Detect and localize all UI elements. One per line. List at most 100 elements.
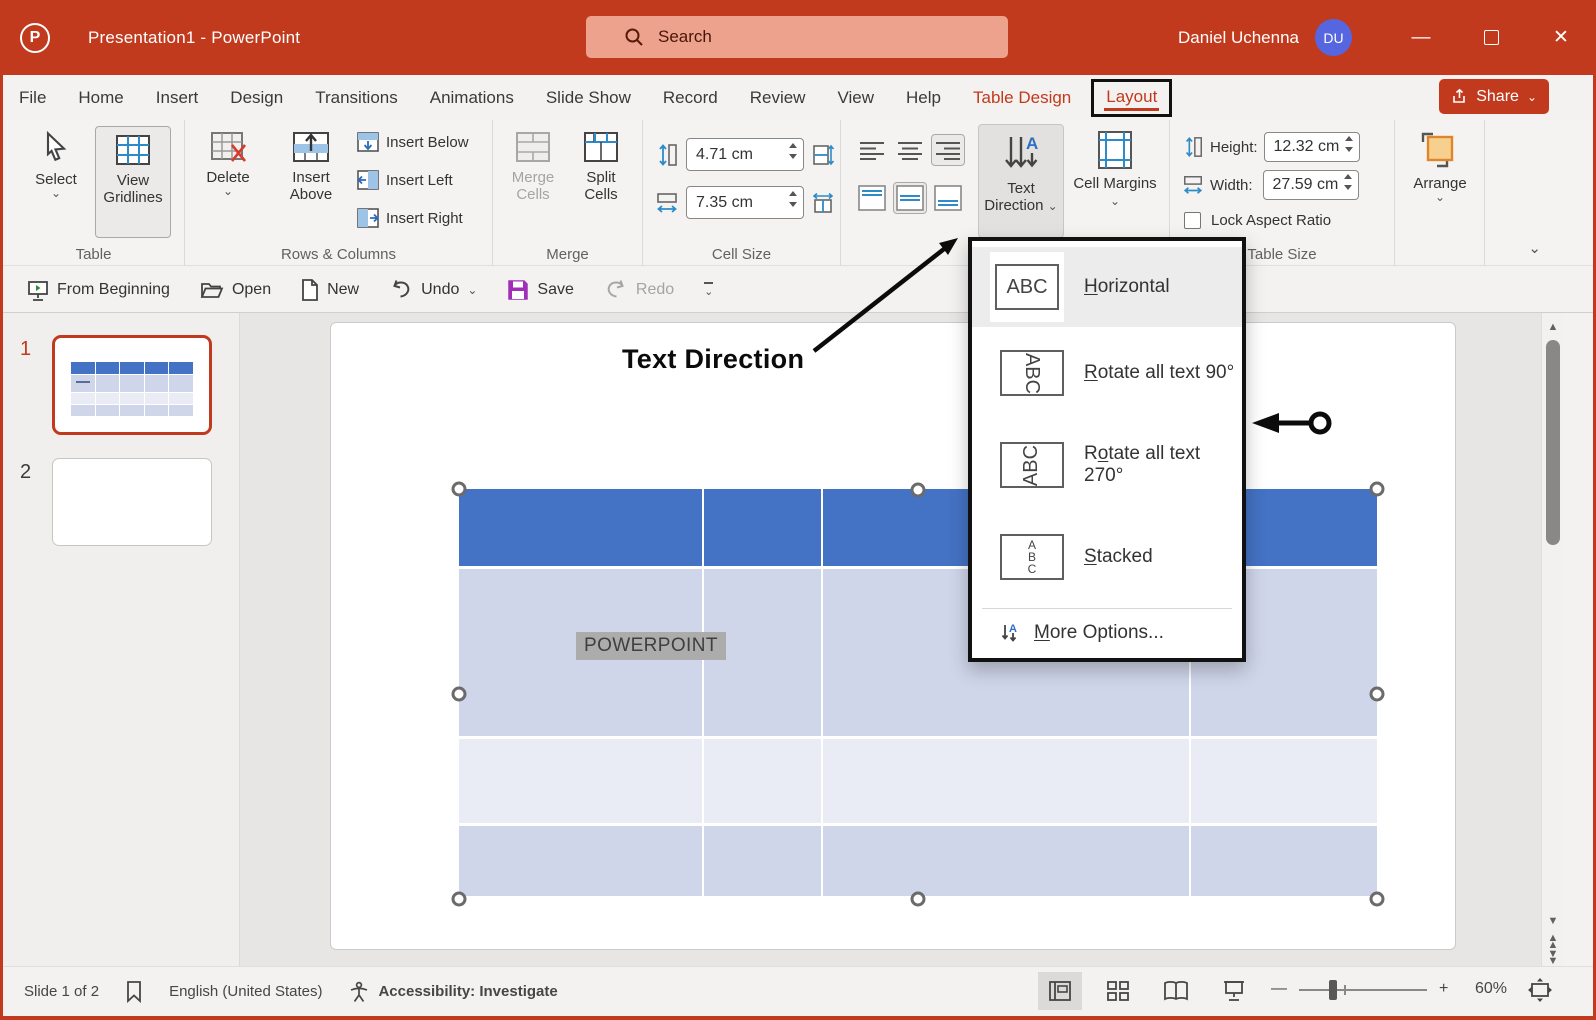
zoom-level[interactable]: 60% [1475,980,1507,998]
open-button[interactable]: Open [200,280,271,300]
align-center-button[interactable] [893,134,927,166]
next-slide-button[interactable]: ▼▼ [1542,951,1564,965]
fit-slide-to-window-icon[interactable] [1527,977,1553,1003]
tab-animations[interactable]: Animations [414,79,530,117]
lock-aspect-ratio-checkbox[interactable] [1184,212,1201,229]
tab-table-design[interactable]: Table Design [957,79,1087,117]
resize-handle-top-middle[interactable] [911,483,926,498]
slide-1-thumbnail[interactable] [52,335,212,435]
save-button[interactable]: Save [507,279,573,301]
table-width-stepper[interactable] [1344,174,1352,190]
menu-item-stacked[interactable]: ABC Stacked [972,511,1242,603]
resize-handle-bottom-right[interactable] [1370,892,1385,907]
chevron-down-icon: ⌄ [1527,92,1537,102]
redo-button[interactable]: Redo [604,279,674,301]
resize-handle-middle-right[interactable] [1370,687,1385,702]
delete-button[interactable]: Delete ⌄ [197,130,259,196]
cell-margins-button[interactable]: Cell Margins ⌄ [1073,130,1157,209]
language-indicator[interactable]: English (United States) [169,983,322,1000]
tab-layout[interactable]: Layout [1106,87,1157,106]
collapse-ribbon-button[interactable]: ⌄ [1528,239,1541,257]
resize-handle-bottom-left[interactable] [452,892,467,907]
align-left-button[interactable] [855,134,889,166]
new-button[interactable]: New [301,279,359,301]
tab-help[interactable]: Help [890,79,957,117]
open-folder-icon [200,280,224,300]
qat-overflow-button[interactable]: ⌄ [704,282,713,298]
insert-right-button[interactable]: Insert Right [357,208,463,228]
share-button[interactable]: Share ⌄ [1439,79,1549,114]
align-bottom-button[interactable] [931,182,965,214]
maximize-button[interactable] [1456,0,1526,75]
table-row[interactable] [459,826,1377,899]
undo-button[interactable]: Undo ⌄ [389,279,477,301]
view-gridlines-toggle[interactable]: View Gridlines [95,126,171,238]
tab-insert[interactable]: Insert [140,79,215,117]
minimize-button[interactable]: — [1386,0,1456,75]
align-middle-button[interactable] [893,182,927,214]
chevron-down-icon: ⌄ [51,188,61,198]
search-input[interactable]: Search [586,16,1008,58]
accessibility-status[interactable]: Accessibility: Investigate [348,981,557,1003]
scrollbar-thumb[interactable] [1546,340,1560,545]
table-height-stepper[interactable] [1345,136,1353,152]
tab-record[interactable]: Record [647,79,734,117]
tab-review[interactable]: Review [734,79,822,117]
scroll-up-icon[interactable]: ▲ [1542,321,1564,333]
close-button[interactable]: ✕ [1526,0,1596,75]
group-label-cell-size: Cell Size [643,246,840,263]
bookmark-icon[interactable] [125,981,143,1003]
insert-above-button[interactable]: Insert Above [277,130,345,203]
resize-handle-top-left[interactable] [452,482,467,497]
user-name[interactable]: Daniel Uchenna [1178,28,1299,48]
insert-below-button[interactable]: Insert Below [357,132,469,152]
insert-left-button[interactable]: Insert Left [357,170,453,190]
text-direction-icon: A [999,133,1043,175]
table-width-input[interactable]: 27.59 cm [1263,170,1359,200]
select-button[interactable]: Select ⌄ [25,130,87,198]
zoom-slider-thumb[interactable] [1329,980,1337,1000]
vertical-scrollbar[interactable]: ▲ ▼ ▲▲ ▼▼ [1541,313,1563,966]
tab-home[interactable]: Home [62,79,139,117]
slide-2-thumbnail[interactable] [52,458,212,546]
text-direction-button[interactable]: A Text Direction ⌄ [978,124,1064,238]
cell-height-input[interactable]: 4.71 cm [686,138,804,171]
cell-width-input[interactable]: 7.35 cm [686,186,804,219]
slide-sorter-view-button[interactable] [1096,972,1140,1010]
table-height-input[interactable]: 12.32 cm [1264,132,1360,162]
resize-handle-bottom-middle[interactable] [911,892,926,907]
zoom-in-button[interactable]: + [1439,980,1448,998]
table-row[interactable] [459,739,1377,826]
menu-item-more-options[interactable]: A More Options... [972,613,1242,653]
menu-item-horizontal[interactable]: ABC Horizontal [972,247,1242,327]
zoom-out-button[interactable]: — [1271,980,1287,998]
avatar[interactable]: DU [1315,19,1352,56]
arrange-button[interactable]: Arrange ⌄ [1407,130,1473,202]
menu-item-rotate-90[interactable]: ABC Rotate all text 90° [972,327,1242,419]
tab-design[interactable]: Design [214,79,299,117]
reading-view-button[interactable] [1154,972,1198,1010]
align-right-button[interactable] [931,134,965,166]
merge-cells-button[interactable]: Merge Cells [501,130,565,203]
align-top-button[interactable] [855,182,889,214]
resize-handle-top-right[interactable] [1370,482,1385,497]
slide-1-editing-surface[interactable]: POWERPOINT [330,322,1456,950]
normal-view-button[interactable] [1038,972,1082,1010]
resize-handle-middle-left[interactable] [452,687,467,702]
slideshow-view-button[interactable] [1212,972,1256,1010]
table-width-value: 27.59 cm [1273,176,1339,194]
from-beginning-button[interactable]: From Beginning [27,279,170,301]
view-gridlines-label: View Gridlines [96,172,170,206]
zoom-slider-track[interactable] [1299,989,1427,991]
split-cells-button[interactable]: Split Cells [571,130,631,203]
tab-view[interactable]: View [821,79,890,117]
tab-slide-show[interactable]: Slide Show [530,79,647,117]
selected-cell-text[interactable]: POWERPOINT [576,632,726,660]
cell-height-stepper[interactable] [789,143,797,159]
tab-file[interactable]: File [3,79,62,117]
cell-width-stepper[interactable] [789,191,797,207]
tab-transitions[interactable]: Transitions [299,79,414,117]
scroll-down-icon[interactable]: ▼ [1542,915,1564,927]
menu-item-rotate-270[interactable]: ABC Rotate all text 270° [972,419,1242,511]
previous-slide-button[interactable]: ▲▲ [1542,935,1564,949]
